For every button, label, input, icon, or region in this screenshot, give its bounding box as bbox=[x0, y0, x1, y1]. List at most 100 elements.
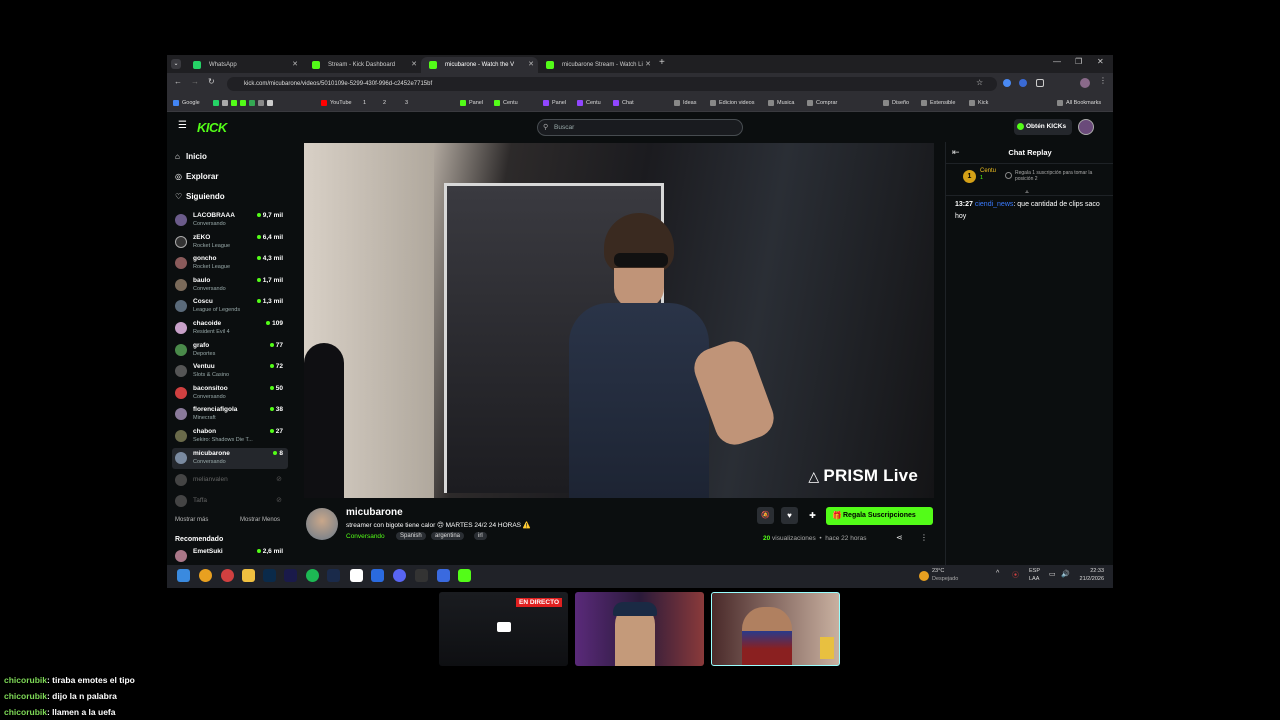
chrome-icon[interactable] bbox=[199, 569, 212, 582]
tab-whatsapp[interactable]: WhatsApp ✕ bbox=[185, 57, 302, 73]
follow-heart-button[interactable]: ♥ bbox=[781, 507, 798, 524]
bookmark-musica[interactable]: Musica bbox=[768, 94, 794, 112]
extensions-puzzle-icon[interactable] bbox=[1036, 79, 1044, 87]
tab-kick-dashboard[interactable]: Stream - Kick Dashboard ✕ bbox=[304, 57, 421, 73]
tag[interactable]: irl bbox=[474, 532, 487, 540]
tag[interactable]: argentina bbox=[431, 532, 465, 540]
channel-item[interactable]: florenciafigola Minecraft 38 bbox=[172, 404, 288, 425]
reload-button[interactable]: ↻ bbox=[208, 77, 215, 86]
nav-home[interactable]: ⌂ Inicio bbox=[175, 152, 207, 161]
notion-icon[interactable] bbox=[350, 569, 363, 582]
tab-micubarone-video[interactable]: micubarone - Watch the V ✕ bbox=[421, 57, 538, 73]
chrome-profile-icon[interactable] bbox=[221, 569, 234, 582]
screen-thumbnail[interactable]: EN DIRECTO bbox=[439, 592, 568, 666]
new-tab-button[interactable]: + bbox=[659, 57, 665, 68]
channel-item[interactable]: Coscu League of Legends 1,3 mil bbox=[172, 296, 288, 317]
channel-item-offline[interactable]: Taffa ⊘ bbox=[172, 491, 288, 512]
message-user[interactable]: ciendi_news bbox=[975, 201, 1014, 208]
photoshop-icon[interactable] bbox=[263, 569, 276, 582]
gift-subscriptions-button[interactable]: 🎁 Regala Suscripciones bbox=[826, 507, 933, 525]
get-kicks-button[interactable]: Obtén KICKs bbox=[1014, 119, 1072, 135]
file-explorer-icon[interactable] bbox=[242, 569, 255, 582]
close-icon[interactable]: ✕ bbox=[528, 57, 534, 73]
bookmark-kick[interactable]: Kick bbox=[969, 94, 988, 112]
window-close-button[interactable]: ✕ bbox=[1097, 57, 1104, 66]
channel-item[interactable]: chacoide Resident Evil 4 109 bbox=[172, 318, 288, 339]
volume-icon[interactable]: 🔊 bbox=[1061, 570, 1070, 578]
video-player[interactable]: △ PRISM Live bbox=[304, 143, 934, 498]
plus-icon[interactable]: ✚ bbox=[804, 507, 821, 524]
bookmark-extensible[interactable]: Extensible bbox=[921, 94, 955, 112]
webcam-thumbnail-selected[interactable] bbox=[711, 592, 840, 666]
close-icon[interactable]: ✕ bbox=[645, 57, 651, 73]
channel-item-offline[interactable]: melianvalen ⊘ bbox=[172, 470, 288, 491]
bookmark-centu[interactable]: Centu bbox=[494, 94, 518, 112]
webcam-thumbnail[interactable] bbox=[575, 592, 704, 666]
clock-date[interactable]: 21/2/2026 bbox=[1072, 576, 1104, 582]
app-icon[interactable] bbox=[371, 569, 384, 582]
minimize-button[interactable]: — bbox=[1053, 57, 1061, 66]
clock-time[interactable]: 22:33 bbox=[1076, 568, 1104, 574]
channel-item-selected[interactable]: micubarone Conversando 8 bbox=[172, 448, 288, 469]
channel-item[interactable]: baulo Conversando 1,7 mil bbox=[172, 275, 288, 296]
share-icon[interactable]: ⋖ bbox=[896, 533, 903, 542]
premiere-icon[interactable] bbox=[284, 569, 297, 582]
forward-button[interactable]: → bbox=[191, 77, 199, 86]
weather-text[interactable]: Despejado bbox=[932, 576, 958, 582]
search-input[interactable]: Buscar bbox=[537, 119, 743, 136]
channel-item[interactable]: goncho Rocket League 4,3 mil bbox=[172, 253, 288, 274]
extension-icon[interactable] bbox=[1003, 79, 1011, 87]
streamer-avatar[interactable] bbox=[306, 508, 338, 540]
discord-icon[interactable] bbox=[393, 569, 406, 582]
tab-search-icon[interactable]: ⌄ bbox=[171, 59, 181, 69]
bookmark-centu-2[interactable]: Centu bbox=[577, 94, 601, 112]
kick-logo[interactable]: KICK bbox=[197, 120, 227, 135]
profile-avatar[interactable] bbox=[1080, 78, 1090, 88]
mute-notifications-icon[interactable]: 🔕 bbox=[757, 507, 774, 524]
network-icon[interactable]: ▭ bbox=[1049, 570, 1056, 578]
spotify-icon[interactable] bbox=[306, 569, 319, 582]
url-field[interactable]: kick.com/micubarone/videos/5010109e-5299… bbox=[227, 77, 997, 91]
bookmark-panel-2[interactable]: Panel bbox=[543, 94, 566, 112]
bookmark-google[interactable]: Google bbox=[173, 94, 200, 112]
bookmark-panel[interactable]: Panel bbox=[460, 94, 483, 112]
capcut-icon[interactable] bbox=[415, 569, 428, 582]
channel-item[interactable]: LACOBRAAA Conversando 9,7 mil bbox=[172, 210, 288, 231]
bookmark-star-icon[interactable]: ☆ bbox=[976, 78, 983, 87]
tab-micubarone-stream[interactable]: micubarone Stream - Watch Li ✕ bbox=[538, 57, 655, 73]
nav-following[interactable]: ♡ Siguiendo bbox=[175, 192, 225, 201]
bookmark-diseno[interactable]: Diseño bbox=[883, 94, 909, 112]
keyboard-layout[interactable]: LAA bbox=[1029, 576, 1039, 582]
channel-item[interactable]: Ventuu Slots & Casino 72 bbox=[172, 361, 288, 382]
recommended-channel-item[interactable]: EmetSuki 2,6 mil bbox=[172, 546, 288, 565]
bookmark-1[interactable]: 1 bbox=[363, 94, 366, 112]
back-button[interactable]: ← bbox=[174, 77, 182, 86]
channel-item[interactable]: zEKO Rocket League 6,4 mil bbox=[172, 232, 288, 253]
all-bookmarks[interactable]: All Bookmarks bbox=[1057, 94, 1101, 112]
bookmark-chat[interactable]: Chat bbox=[613, 94, 634, 112]
app-icon[interactable] bbox=[437, 569, 450, 582]
browser-menu-icon[interactable]: ⋮ bbox=[1099, 76, 1107, 85]
channel-item[interactable]: chabon Sekiro: Shadows Die T... 27 bbox=[172, 426, 288, 447]
channel-item[interactable]: grafo Deportes 77 bbox=[172, 340, 288, 361]
bookmark-edicion-videos[interactable]: Edicion videos bbox=[710, 94, 754, 112]
more-options-icon[interactable]: ⋮ bbox=[920, 533, 928, 542]
show-more-button[interactable]: Mostrar más bbox=[175, 517, 208, 523]
extension-icon[interactable] bbox=[1019, 79, 1027, 87]
stream-category[interactable]: Conversando bbox=[346, 533, 385, 540]
kick-app-icon[interactable] bbox=[458, 569, 471, 582]
bookmark-3[interactable]: 3 bbox=[405, 94, 408, 112]
pinned-gifter-name[interactable]: Centu bbox=[980, 168, 996, 174]
bookmark-youtube[interactable]: YouTube bbox=[321, 94, 352, 112]
show-less-button[interactable]: Mostrar Menos bbox=[240, 517, 280, 523]
mic-icon[interactable]: ⦿ bbox=[1012, 570, 1019, 580]
bookmark-comprar[interactable]: Comprar bbox=[807, 94, 837, 112]
tag[interactable]: Spanish bbox=[396, 532, 426, 540]
steam-icon[interactable] bbox=[327, 569, 340, 582]
close-icon[interactable]: ✕ bbox=[411, 57, 417, 73]
channel-item[interactable]: baconsitoo Conversando 50 bbox=[172, 383, 288, 404]
maximize-button[interactable]: ❐ bbox=[1075, 57, 1082, 66]
user-avatar[interactable] bbox=[1078, 119, 1094, 135]
weather-temp[interactable]: 23°C bbox=[932, 568, 944, 574]
close-icon[interactable]: ✕ bbox=[292, 57, 298, 73]
